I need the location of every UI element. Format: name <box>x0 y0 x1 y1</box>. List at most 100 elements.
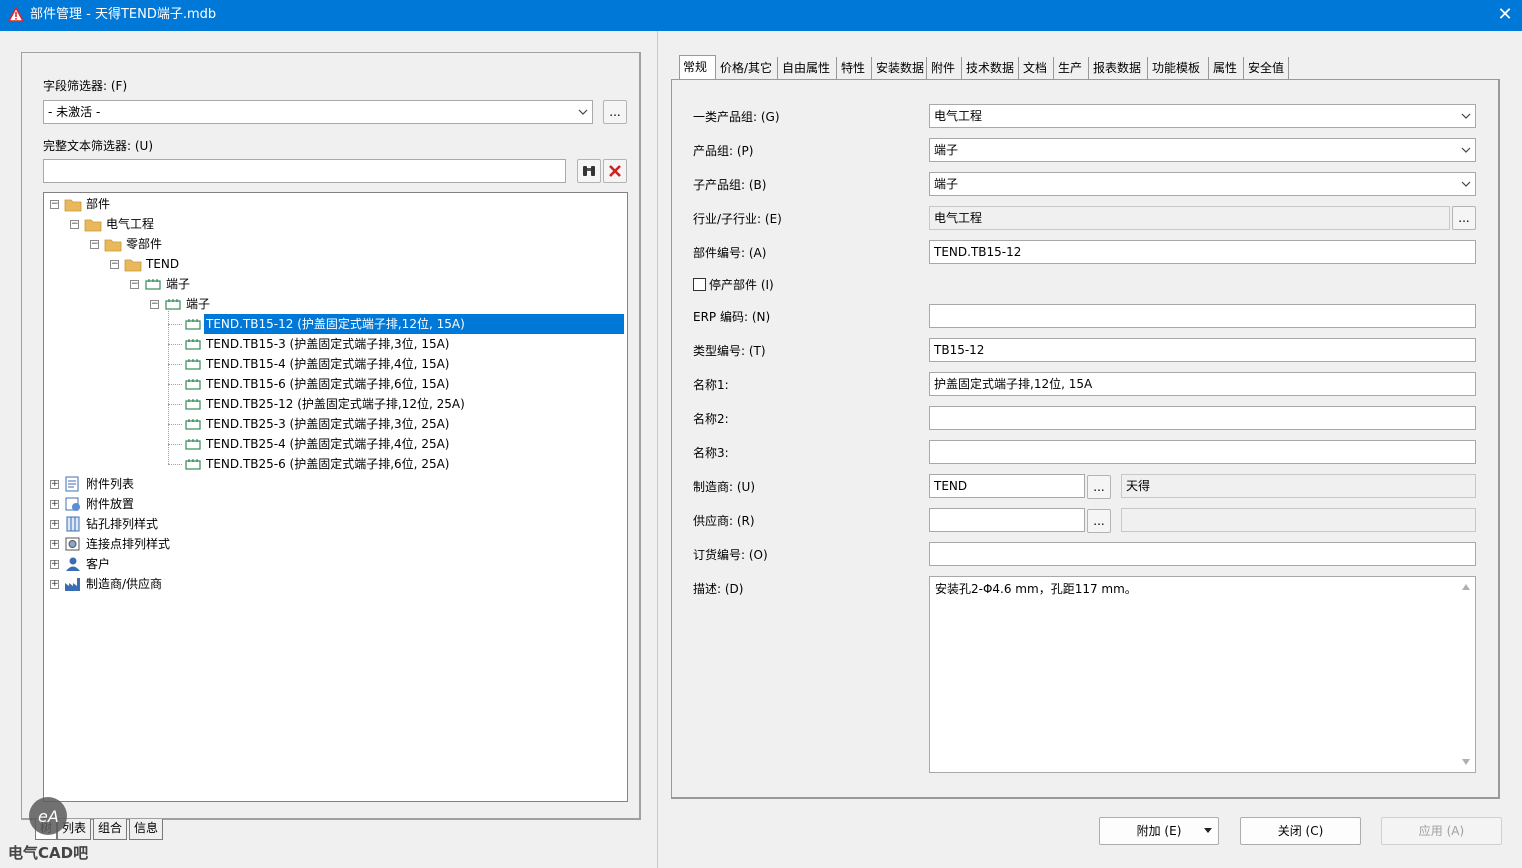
dropdown-arrow-icon[interactable] <box>1204 828 1212 834</box>
terminal-icon <box>164 296 182 312</box>
tree-expander-icon[interactable]: + <box>50 560 59 569</box>
tree-expander-icon[interactable]: + <box>50 480 59 489</box>
tree-expander-icon[interactable]: − <box>150 300 159 309</box>
tree-item[interactable]: − 端子 <box>44 274 627 294</box>
sub-product-group-select[interactable]: 端子 <box>929 172 1476 196</box>
tab-0[interactable]: 常规 <box>679 55 716 79</box>
tree-item[interactable]: − 端子 <box>44 294 627 314</box>
clear-filter-button[interactable] <box>603 159 627 183</box>
tree-expander-icon[interactable]: + <box>50 540 59 549</box>
tree-item[interactable]: TEND.TB25-12 (护盖固定式端子排,12位, 25A) <box>44 394 627 414</box>
supplier-name-field <box>1121 508 1476 532</box>
tree-expander-icon[interactable]: − <box>50 200 59 209</box>
tree-connector-line <box>168 384 182 385</box>
tree-expander-icon[interactable]: − <box>130 280 139 289</box>
tree-item[interactable]: TEND.TB25-4 (护盖固定式端子排,4位, 25A) <box>44 434 627 454</box>
tree-expander-icon[interactable]: − <box>110 260 119 269</box>
supplier-more-button[interactable]: ... <box>1087 509 1111 533</box>
order-number-input[interactable] <box>929 542 1476 566</box>
supplier-label: 供应商: (R) <box>693 514 755 528</box>
industry-more-button[interactable]: ... <box>1452 206 1476 230</box>
tab-4[interactable]: 安装数据 <box>873 57 927 79</box>
binoculars-search-button[interactable] <box>577 159 601 183</box>
tab-6[interactable]: 技术数据 <box>963 57 1019 79</box>
tree-item[interactable]: TEND.TB25-6 (护盖固定式端子排,6位, 25A) <box>44 454 627 474</box>
add-button[interactable]: 附加 (E) <box>1099 817 1219 845</box>
tab-9[interactable]: 报表数据 <box>1090 57 1148 79</box>
tree-item[interactable]: − 电气工程 <box>44 214 627 234</box>
tree-connector-line <box>168 344 182 345</box>
tree-item[interactable]: + 附件列表 <box>44 474 627 494</box>
tab-3[interactable]: 特性 <box>838 57 872 79</box>
discontinued-checkbox[interactable] <box>693 278 706 291</box>
sub-product-group-label: 子产品组: (B) <box>693 178 767 192</box>
field-filter-more-button[interactable]: ... <box>603 100 627 124</box>
tree-expander-icon[interactable]: + <box>50 500 59 509</box>
apply-button[interactable]: 应用 (A) <box>1381 817 1502 845</box>
tree-item-label: 附件放置 <box>86 497 135 511</box>
chevron-down-icon <box>1461 181 1471 187</box>
tree-item-label: TEND.TB15-12 (护盖固定式端子排,12位, 15A) <box>203 313 625 335</box>
close-button[interactable]: 关闭 (C) <box>1240 817 1361 845</box>
tab-11[interactable]: 属性 <box>1210 57 1244 79</box>
description-textarea[interactable]: 安装孔2-Φ4.6 mm，孔距117 mm。 <box>929 576 1476 773</box>
tree-connector-line <box>168 464 182 465</box>
tree-item[interactable]: TEND.TB15-6 (护盖固定式端子排,6位, 15A) <box>44 374 627 394</box>
tree-connector-line <box>168 444 182 445</box>
close-window-icon[interactable]: ✕ <box>1494 4 1516 26</box>
tab-10[interactable]: 功能模板 <box>1149 57 1209 79</box>
tree-expander-icon[interactable]: − <box>70 220 79 229</box>
tree-expander-icon[interactable]: + <box>50 580 59 589</box>
supplier-input[interactable] <box>929 508 1085 532</box>
product-group-select[interactable]: 端子 <box>929 138 1476 162</box>
tree-item-label: 附件列表 <box>86 477 135 491</box>
tree-item[interactable]: TEND.TB15-3 (护盖固定式端子排,3位, 15A) <box>44 334 627 354</box>
erp-input[interactable] <box>929 304 1476 328</box>
scroll-down-icon[interactable] <box>1461 758 1471 766</box>
part-number-input[interactable]: TEND.TB15-12 <box>929 240 1476 264</box>
scroll-up-icon[interactable] <box>1461 583 1471 591</box>
description-scrollbar[interactable] <box>1458 578 1474 771</box>
tree-expander-icon[interactable]: + <box>50 520 59 529</box>
ea-logo-icon: eA <box>29 797 67 835</box>
tab-combine[interactable]: 组合 <box>93 819 127 840</box>
tree-item[interactable]: TEND.TB25-3 (护盖固定式端子排,3位, 25A) <box>44 414 627 434</box>
tree-item-label: TEND.TB25-3 (护盖固定式端子排,3位, 25A) <box>206 417 450 431</box>
tree-item[interactable]: TEND.TB15-4 (护盖固定式端子排,4位, 15A) <box>44 354 627 374</box>
tree-item[interactable]: + 附件放置 <box>44 494 627 514</box>
watermark-text: 电气CAD吧 <box>8 844 89 862</box>
tab-2[interactable]: 自由属性 <box>779 57 837 79</box>
type-number-input[interactable]: TB15-12 <box>929 338 1476 362</box>
title-bar: 部件管理 - 天得TEND端子.mdb ✕ <box>0 0 1522 31</box>
terminal-icon <box>184 456 202 472</box>
tab-7[interactable]: 文档 <box>1020 57 1054 79</box>
tree-item-label: 端子 <box>166 277 191 291</box>
tree-item[interactable]: + 钻孔排列样式 <box>44 514 627 534</box>
tab-1[interactable]: 价格/其它 <box>717 57 778 79</box>
tree-expander-icon[interactable]: − <box>90 240 99 249</box>
order-number-label: 订货编号: (O) <box>693 548 768 562</box>
name3-input[interactable] <box>929 440 1476 464</box>
tree-item[interactable]: + 客户 <box>44 554 627 574</box>
tree-item-label: 电气工程 <box>106 217 155 231</box>
accessory-placement-icon <box>64 496 82 512</box>
tree-item[interactable]: + 连接点排列样式 <box>44 534 627 554</box>
tree-item-selected[interactable]: TEND.TB15-12 (护盖固定式端子排,12位, 15A) <box>44 313 627 335</box>
manufacturer-more-button[interactable]: ... <box>1087 475 1111 499</box>
manufacturer-input[interactable]: TEND <box>929 474 1085 498</box>
drill-pattern-icon <box>64 516 82 532</box>
tab-8[interactable]: 生产 <box>1055 57 1089 79</box>
name1-input[interactable]: 护盖固定式端子排,12位, 15A <box>929 372 1476 396</box>
tab-info[interactable]: 信息 <box>129 819 163 840</box>
tab-5[interactable]: 附件 <box>928 57 962 79</box>
tree-item[interactable]: + 制造商/供应商 <box>44 574 627 594</box>
fulltext-filter-input[interactable] <box>43 159 566 183</box>
name2-input[interactable] <box>929 406 1476 430</box>
field-filter-select[interactable]: - 未激活 - <box>43 100 593 124</box>
tree-item[interactable]: − TEND <box>44 254 627 274</box>
tab-12[interactable]: 安全值 <box>1245 57 1289 79</box>
parts-tree[interactable]: − 部件 − 电气工程 − 零部件 − TEND − 端子 − 端子 TEND.TB15-12 (护盖固… <box>43 192 628 802</box>
tree-item[interactable]: − 零部件 <box>44 234 627 254</box>
tree-item[interactable]: − 部件 <box>44 194 627 214</box>
product-group1-select[interactable]: 电气工程 <box>929 104 1476 128</box>
